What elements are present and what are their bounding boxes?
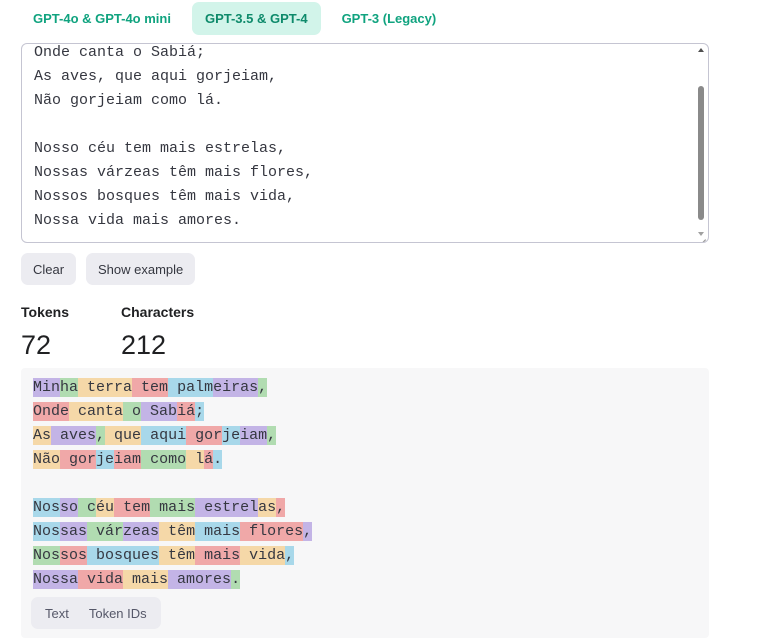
token: flores (240, 522, 304, 541)
token: . (213, 450, 223, 469)
token: Sab (141, 402, 178, 421)
clear-button[interactable]: Clear (21, 253, 77, 285)
tokenized-lines: Minha terra tem palmeiras, Onde canta o S… (33, 378, 313, 594)
token: mais (150, 498, 196, 517)
tokenized-line: Nossas várzeas têm mais flores, (33, 522, 313, 546)
token: ; (195, 402, 205, 421)
token: terra (78, 378, 133, 397)
token: sos (60, 546, 88, 565)
editor-line: Nossos bosques têm mais vida, (34, 188, 296, 205)
token: aqui (141, 426, 187, 445)
token: zeas (123, 522, 160, 541)
token: mais (195, 522, 241, 541)
token: , (258, 378, 268, 397)
token: Nossa (33, 570, 79, 589)
token: mais (123, 570, 169, 589)
view-text-option[interactable]: Text (35, 599, 79, 627)
token: amores (168, 570, 232, 589)
token: têm (159, 546, 196, 565)
token: iá (177, 402, 196, 421)
scrollbar-thumb[interactable] (698, 86, 704, 220)
editor-line: Nossa vida mais amores. (34, 212, 242, 229)
text-input-area[interactable]: Onde canta o Sabiá; As aves, que aqui go… (21, 43, 709, 243)
tokenized-line: Nossa vida mais amores. (33, 570, 312, 594)
token: as (258, 498, 277, 517)
token: estrel (195, 498, 259, 517)
tokenized-line: Nosso céu tem mais estrelas, (33, 498, 312, 522)
editor-lines: Onde canta o Sabiá; As aves, que aqui go… (34, 44, 692, 233)
token: c (78, 498, 97, 517)
token: , (267, 426, 277, 445)
token: , (285, 546, 295, 565)
tab-gpt-3-legacy[interactable]: GPT-3 (Legacy) (329, 2, 450, 35)
editor-line: As aves, que aqui gorjeiam, (34, 68, 278, 85)
tokenized-line (33, 474, 312, 498)
token: têm (159, 522, 196, 541)
editor-line: Onde canta o Sabiá; (34, 44, 206, 61)
token: que (105, 426, 142, 445)
model-tabs: GPT-4o & GPT-4o mini GPT-3.5 & GPT-4 GPT… (20, 2, 449, 35)
token: eiras (213, 378, 259, 397)
token: , (96, 426, 106, 445)
token: iam (114, 450, 142, 469)
editor-line: Nossas várzeas têm mais flores, (34, 164, 314, 181)
token: l (186, 450, 205, 469)
token: Nos (33, 498, 61, 517)
view-mode-toggle: Text Token IDs (31, 597, 161, 629)
tokenized-line: Minha terra tem palmeiras, (33, 378, 312, 402)
token: iam (240, 426, 268, 445)
token: gor (60, 450, 97, 469)
token: bosques (87, 546, 160, 565)
tokenized-line: Não gorjeiam como lá. (33, 450, 312, 474)
token: je (96, 450, 115, 469)
tab-gpt-35-gpt-4[interactable]: GPT-3.5 & GPT-4 (191, 2, 321, 35)
characters-stat: Characters 212 (121, 304, 194, 360)
token: vár (87, 522, 124, 541)
token: canta (69, 402, 124, 421)
token: Onde (33, 402, 70, 421)
editor-line: Nosso céu tem mais estrelas, (34, 140, 287, 157)
token: aves (51, 426, 97, 445)
show-example-button[interactable]: Show example (86, 253, 196, 285)
token: Min (33, 378, 61, 397)
token: so (60, 498, 79, 517)
characters-count: 212 (121, 330, 167, 360)
token: Nos (33, 546, 61, 565)
tab-gpt-4o[interactable]: GPT-4o & GPT-4o mini (20, 2, 184, 35)
token: á (204, 450, 214, 469)
token: Não (33, 450, 61, 469)
token: palm (168, 378, 214, 397)
tokenized-line: As aves, que aqui gorjeiam, (33, 426, 312, 450)
token: como (141, 450, 187, 469)
editor-scrollbar[interactable] (697, 46, 706, 240)
token: vida (240, 546, 286, 565)
token: ha (60, 378, 79, 397)
token: gor (186, 426, 223, 445)
resize-handle-icon[interactable] (699, 233, 707, 241)
editor-line: Não gorjeiam como lá. (34, 92, 224, 109)
token: éu (96, 498, 115, 517)
tokens-count: 72 (21, 330, 52, 360)
tokenized-line: Nossos bosques têm mais vida, (33, 546, 312, 570)
token: As (33, 426, 52, 445)
token: je (222, 426, 241, 445)
token: Nos (33, 522, 61, 541)
token: mais (195, 546, 241, 565)
token: , (276, 498, 286, 517)
scroll-up-arrow-icon[interactable] (698, 48, 704, 52)
tokens-label: Tokens (21, 304, 69, 320)
tokenized-line: Onde canta o Sabiá; (33, 402, 312, 426)
token: , (303, 522, 313, 541)
characters-label: Characters (121, 304, 195, 320)
token: tem (114, 498, 151, 517)
view-token-ids-option[interactable]: Token IDs (79, 599, 157, 627)
token: o (123, 402, 142, 421)
tokens-stat: Tokens 72 (21, 304, 69, 360)
token: vida (78, 570, 124, 589)
token: tem (132, 378, 169, 397)
token: . (231, 570, 241, 589)
token: sas (60, 522, 88, 541)
